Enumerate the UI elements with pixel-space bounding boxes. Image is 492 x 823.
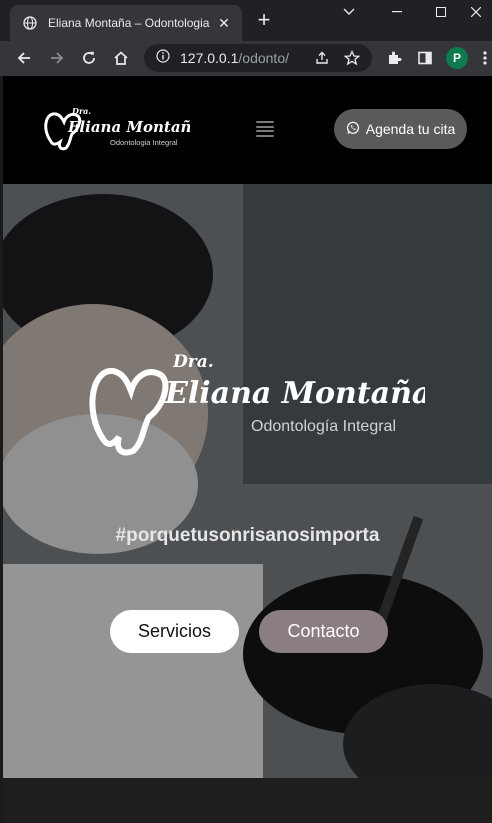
browser-tab[interactable]: Eliana Montaña – Odontologia Inte ✕ bbox=[10, 5, 242, 41]
browser-toolbar: 127.0.0.1/odonto/ P bbox=[0, 41, 492, 76]
site-header: Dra. Eliana Montaña Odontologia Integral… bbox=[0, 76, 492, 184]
address-bar[interactable]: 127.0.0.1/odonto/ bbox=[144, 44, 372, 72]
hero-section: Dra. Eliana Montaña Odontología Integral… bbox=[3, 184, 492, 778]
servicios-button[interactable]: Servicios bbox=[110, 610, 239, 653]
svg-text:Dra.: Dra. bbox=[71, 106, 91, 116]
whatsapp-icon bbox=[346, 121, 360, 138]
book-appointment-label: Agenda tu cita bbox=[365, 121, 456, 137]
home-icon[interactable] bbox=[109, 46, 133, 70]
new-tab-icon[interactable]: + bbox=[252, 9, 276, 33]
hero-overlay bbox=[3, 184, 492, 778]
reload-icon[interactable] bbox=[77, 46, 101, 70]
book-appointment-button[interactable]: Agenda tu cita bbox=[334, 109, 467, 149]
tab-search-icon[interactable] bbox=[326, 0, 372, 24]
browser-tabstrip: Eliana Montaña – Odontologia Inte ✕ + bbox=[0, 0, 492, 41]
back-icon[interactable] bbox=[12, 46, 36, 70]
share-icon[interactable] bbox=[314, 50, 330, 71]
info-icon[interactable] bbox=[156, 48, 170, 68]
extensions-icon[interactable] bbox=[382, 46, 406, 70]
bookmark-star-icon[interactable] bbox=[343, 49, 361, 71]
url-text: 127.0.0.1/odonto/ bbox=[180, 50, 289, 66]
tab-title: Eliana Montaña – Odontologia Inte bbox=[48, 16, 210, 30]
svg-text:Eliana Montaña: Eliana Montaña bbox=[164, 376, 425, 411]
next-section-strip bbox=[3, 778, 492, 823]
contacto-button[interactable]: Contacto bbox=[259, 610, 388, 653]
tab-close-icon[interactable]: ✕ bbox=[216, 15, 232, 32]
side-panel-icon[interactable] bbox=[413, 46, 437, 70]
svg-text:Odontología Integral: Odontología Integral bbox=[251, 418, 396, 435]
svg-text:Dra.: Dra. bbox=[172, 352, 214, 372]
hero-hashtag: #porquetusonrisanosimporta bbox=[115, 525, 380, 546]
header-logo[interactable]: Dra. Eliana Montaña Odontologia Integral bbox=[40, 104, 201, 156]
minimize-icon[interactable] bbox=[374, 0, 420, 24]
hero-logo: Dra. Eliana Montaña Odontología Integral bbox=[85, 347, 431, 462]
menu-kebab-icon[interactable] bbox=[478, 46, 492, 70]
svg-text:Eliana Montaña: Eliana Montaña bbox=[67, 118, 190, 136]
close-window-icon[interactable] bbox=[460, 0, 492, 24]
globe-icon bbox=[22, 15, 38, 31]
hamburger-menu-icon[interactable] bbox=[256, 121, 274, 137]
profile-avatar[interactable]: P bbox=[446, 47, 468, 69]
forward-icon[interactable] bbox=[45, 46, 69, 70]
svg-text:Odontologia Integral: Odontologia Integral bbox=[110, 138, 178, 147]
maximize-icon[interactable] bbox=[418, 0, 464, 24]
